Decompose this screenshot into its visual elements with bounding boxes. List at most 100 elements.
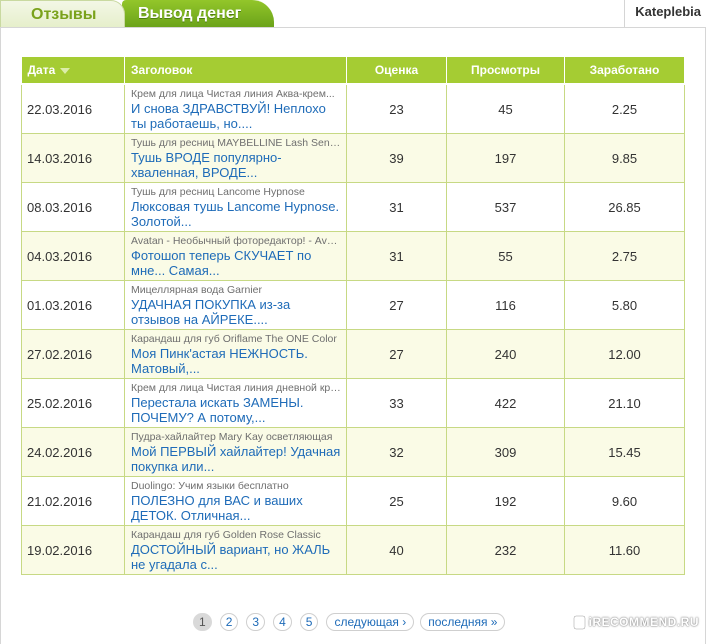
page-4[interactable]: 4 <box>273 613 292 631</box>
page-2[interactable]: 2 <box>219 613 239 631</box>
row-rating: 39 <box>346 133 447 183</box>
row-headline-link[interactable]: Фотошоп теперь СКУЧАЕТ по мне... Самая..… <box>131 248 341 278</box>
row-views: 192 <box>446 476 565 526</box>
row-subject-link[interactable]: Мицеллярная вода Garnier <box>131 284 341 297</box>
row-views: 537 <box>446 182 565 232</box>
row-views: 55 <box>446 231 565 281</box>
row-date: 08.03.2016 <box>21 182 125 232</box>
column-header-views: Просмотры <box>446 57 565 85</box>
sort-down-icon[interactable] <box>60 67 71 74</box>
row-date: 25.02.2016 <box>21 378 125 428</box>
row-title-cell: Мицеллярная вода Garnier УДАЧНАЯ ПОКУПКА … <box>124 280 347 330</box>
row-subject-link[interactable]: Тушь для ресниц Lancome Hypnose <box>131 186 341 199</box>
column-header-rating: Оценка <box>346 57 447 85</box>
table-row: 04.03.2016 Avatan - Необычный фоторедакто… <box>21 231 685 281</box>
row-title-cell: Тушь для ресниц Lancome Hypnose Люксовая … <box>124 182 347 232</box>
row-headline-link[interactable]: Люксовая тушь Lancome Hypnose. Золотой..… <box>131 199 341 229</box>
column-header-date-label: Дата <box>27 63 56 77</box>
row-earned: 2.75 <box>564 231 685 281</box>
last-page-link[interactable]: последняя » <box>420 613 506 631</box>
row-rating: 33 <box>346 378 447 428</box>
tab-withdraw[interactable]: Вывод денег <box>122 0 274 27</box>
row-rating: 31 <box>346 231 447 281</box>
row-date: 27.02.2016 <box>21 329 125 379</box>
row-title-cell: Карандаш для губ Golden Rose Classic ДОСТ… <box>124 525 347 575</box>
row-rating: 23 <box>346 84 447 134</box>
next-page-link[interactable]: следующая › <box>326 613 415 631</box>
row-earned: 9.60 <box>564 476 685 526</box>
table-row: 01.03.2016 Мицеллярная вода Garnier УДАЧНА… <box>21 280 685 330</box>
row-date: 21.02.2016 <box>21 476 125 526</box>
row-headline-link[interactable]: Перестала искать ЗАМЕНЫ. ПОЧЕМУ? А потом… <box>131 395 341 425</box>
tab-bar: Вывод денег Отзывы Kateplebia <box>0 0 707 27</box>
row-subject-link[interactable]: Крем для лица Чистая линия дневной крем <box>131 382 341 395</box>
page-5[interactable]: 5 <box>299 613 319 631</box>
page-3[interactable]: 3 <box>246 613 266 631</box>
row-subject-link[interactable]: Карандаш для губ Oriflame The ONE Color <box>131 333 341 346</box>
row-title-cell: Крем для лица Чистая линия Аква-крем... И… <box>124 84 347 134</box>
username-link[interactable]: Kateplebia <box>635 0 701 24</box>
row-earned: 12.00 <box>564 329 685 379</box>
row-date: 04.03.2016 <box>21 231 125 281</box>
row-subject-link[interactable]: Тушь для ресниц MAYBELLINE Lash Sensatio… <box>131 137 341 150</box>
row-headline-link[interactable]: Тушь ВРОДЕ популярно-хваленная, ВРОДЕ... <box>131 150 341 180</box>
username-separator <box>624 0 625 27</box>
column-header-date[interactable]: Дата <box>21 57 125 85</box>
row-title-cell: Duolingo: Учим языки бесплатно ПОЛЕЗНО дл… <box>124 476 347 526</box>
page-1[interactable]: 1 <box>193 613 212 631</box>
table-header-row: Дата Заголовок Оценка Просмотры Заработа… <box>21 57 685 85</box>
row-earned: 9.85 <box>564 133 685 183</box>
row-views: 116 <box>446 280 565 330</box>
row-headline-link[interactable]: ПОЛЕЗНО для ВАС и ваших ДЕТОК. Отличная.… <box>131 493 341 523</box>
row-views: 45 <box>446 84 565 134</box>
row-subject-link[interactable]: Пудра-хайлайтер Mary Kay осветляющая <box>131 431 341 444</box>
row-subject-link[interactable]: Avatan - Необычный фоторедактор! - Avata… <box>131 235 341 248</box>
row-headline-link[interactable]: ДОСТОЙНЫЙ вариант, но ЖАЛЬ не угадала с.… <box>131 542 341 572</box>
row-headline-link[interactable]: Моя Пинк'астая НЕЖНОСТЬ. Матовый,... <box>131 346 341 376</box>
row-rating: 25 <box>346 476 447 526</box>
row-date: 19.02.2016 <box>21 525 125 575</box>
row-title-cell: Крем для лица Чистая линия дневной крем П… <box>124 378 347 428</box>
table-row: 25.02.2016 Крем для лица Чистая линия дне… <box>21 378 685 428</box>
table-row: 08.03.2016 Тушь для ресниц Lancome Hypnos… <box>21 182 685 232</box>
row-date: 24.02.2016 <box>21 427 125 477</box>
row-subject-link[interactable]: Duolingo: Учим языки бесплатно <box>131 480 341 493</box>
row-earned: 26.85 <box>564 182 685 232</box>
watermark: iRECOMMEND.RU <box>572 611 700 633</box>
column-header-title: Заголовок <box>124 57 347 85</box>
row-earned: 2.25 <box>564 84 685 134</box>
row-rating: 40 <box>346 525 447 575</box>
row-rating: 31 <box>346 182 447 232</box>
row-title-cell: Пудра-хайлайтер Mary Kay осветляющая Мой … <box>124 427 347 477</box>
row-headline-link[interactable]: УДАЧНАЯ ПОКУПКА из-за отзывов на АЙРЕКЕ.… <box>131 297 341 327</box>
column-header-earned: Заработано <box>564 57 685 85</box>
row-rating: 27 <box>346 280 447 330</box>
table-row: 27.02.2016 Карандаш для губ Oriflame The … <box>21 329 685 379</box>
row-title-cell: Карандаш для губ Oriflame The ONE Color М… <box>124 329 347 379</box>
table-row: 24.02.2016 Пудра-хайлайтер Mary Kay освет… <box>21 427 685 477</box>
table-row: 21.02.2016 Duolingo: Учим языки бесплатно… <box>21 476 685 526</box>
row-views: 232 <box>446 525 565 575</box>
reviews-table: Дата Заголовок Оценка Просмотры Заработа… <box>21 57 685 575</box>
row-views: 240 <box>446 329 565 379</box>
table-row: 22.03.2016 Крем для лица Чистая линия Акв… <box>21 84 685 134</box>
row-title-cell: Avatan - Необычный фоторедактор! - Avata… <box>124 231 347 281</box>
row-earned: 5.80 <box>564 280 685 330</box>
row-views: 197 <box>446 133 565 183</box>
row-views: 422 <box>446 378 565 428</box>
row-title-cell: Тушь для ресниц MAYBELLINE Lash Sensatio… <box>124 133 347 183</box>
row-subject-link[interactable]: Карандаш для губ Golden Rose Classic <box>131 529 341 542</box>
row-headline-link[interactable]: Мой ПЕРВЫЙ хайлайтер! Удачная покупка ил… <box>131 444 341 474</box>
row-views: 309 <box>446 427 565 477</box>
table-row: 19.02.2016 Карандаш для губ Golden Rose C… <box>21 525 685 575</box>
pagination: 1 2 3 4 5 следующая › последняя » <box>193 612 511 632</box>
row-earned: 11.60 <box>564 525 685 575</box>
row-rating: 32 <box>346 427 447 477</box>
row-headline-link[interactable]: И снова ЗДРАВСТВУЙ! Неплохо ты работаешь… <box>131 101 341 131</box>
tab-reviews[interactable]: Отзывы <box>0 0 125 27</box>
row-date: 01.03.2016 <box>21 280 125 330</box>
row-rating: 27 <box>346 329 447 379</box>
watermark-text: iRECOMMEND.RU <box>588 615 699 629</box>
row-subject-link[interactable]: Крем для лица Чистая линия Аква-крем... <box>131 88 341 101</box>
row-date: 14.03.2016 <box>21 133 125 183</box>
